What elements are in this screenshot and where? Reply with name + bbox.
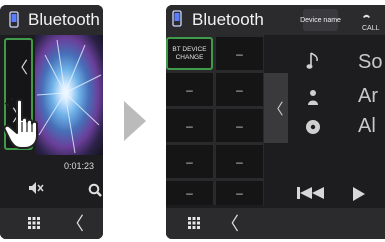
phone-icon [9,11,19,28]
play-icon[interactable] [352,187,366,201]
next-arrow-icon [124,101,146,141]
pad-button[interactable]: – [166,73,213,106]
artist-name: Ar [358,85,378,107]
grid-menu-icon[interactable] [188,217,200,229]
bottom-bar: 〈 [166,208,385,239]
device-name-button[interactable]: Device name [300,9,341,31]
album-name: Al [358,115,376,137]
bt-device-change-button[interactable]: BT DEVICE CHANGE [166,37,213,70]
bt-device-change-line2: CHANGE [175,53,204,61]
elapsed-time: 0:01:23 [64,161,95,171]
music-note-icon [306,52,318,69]
back-icon[interactable]: 〈 [66,210,84,236]
song-title: So [358,51,383,73]
bt-device-change-line1: BT DEVICE [172,45,207,53]
call-button[interactable]: CALL [362,14,385,32]
page-title: Bluetooth [192,10,264,29]
call-icon [363,14,370,18]
phone-icon [172,10,182,27]
bottom-bar: 〈 [0,208,103,239]
artist-icon [308,90,318,105]
previous-icon[interactable] [297,187,327,199]
page-title: Bluetooth [28,10,100,29]
pad-button[interactable]: – [166,181,213,205]
pad-button[interactable]: – [216,109,263,142]
pad-button[interactable]: – [216,73,263,106]
search-icon[interactable] [88,183,102,197]
pad-button[interactable]: – [216,37,263,70]
pad-button[interactable]: – [216,145,263,178]
title-bar: Bluetooth [0,5,103,35]
pad-button[interactable]: – [216,181,263,205]
collapse-panel-button[interactable]: 〈 [264,73,288,143]
hand-pointer-icon [3,98,38,149]
call-label: CALL [362,25,380,32]
pad-button[interactable]: – [166,145,213,178]
back-icon[interactable]: 〈 [221,210,239,236]
mute-icon[interactable] [28,181,44,195]
button-pad: BT DEVICE CHANGE – – – – – – – – – [166,35,264,205]
title-bar: Bluetooth Device name CALL [166,5,385,35]
pad-button[interactable]: – [166,109,213,142]
right-screen: Bluetooth Device name CALL BT DEVICE CHA… [166,5,385,239]
album-icon [306,120,320,134]
previous-page-button[interactable]: 〈 [12,54,28,78]
grid-menu-icon[interactable] [28,217,40,229]
